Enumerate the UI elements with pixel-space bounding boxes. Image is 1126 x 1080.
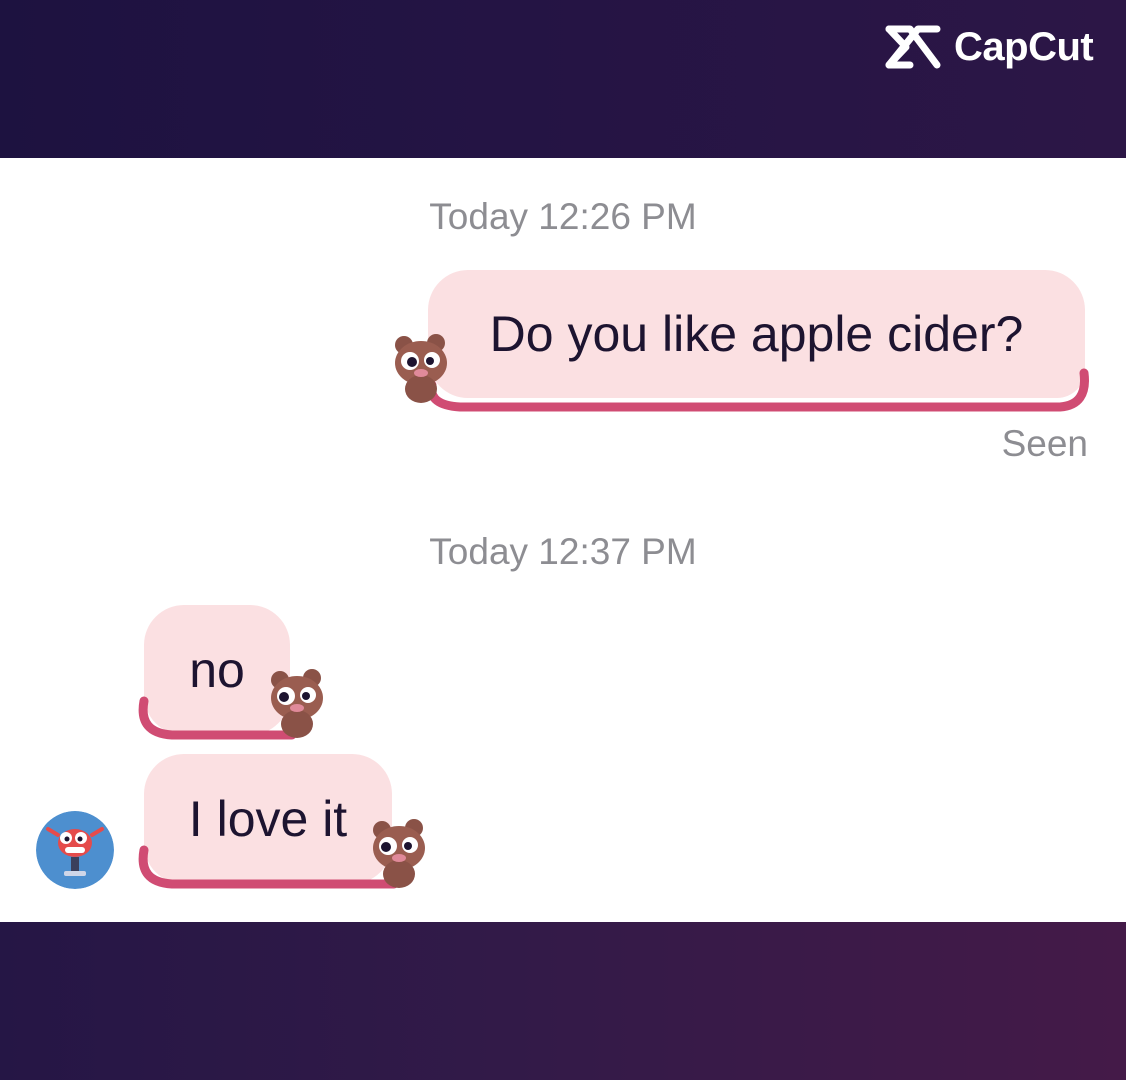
bottom-band — [0, 922, 1126, 1080]
incoming-message-bubble[interactable]: I love it — [144, 754, 392, 884]
message-text: I love it — [188, 791, 348, 847]
seen-status: Seen — [1001, 423, 1088, 464]
timestamp: Today 12:37 PM — [429, 531, 697, 572]
capcut-label: CapCut — [954, 25, 1094, 69]
bear-sticker-icon — [373, 819, 425, 888]
timestamp: Today 12:26 PM — [429, 196, 697, 237]
bear-sticker-icon — [395, 334, 447, 403]
outgoing-message-bubble[interactable]: Do you like apple cider? — [428, 270, 1085, 398]
message-text: no — [189, 642, 245, 698]
message-text: Do you like apple cider? — [489, 306, 1024, 362]
capcut-logo-icon — [885, 25, 941, 69]
bear-sticker-icon — [271, 669, 323, 738]
cartoon-avatar-icon[interactable] — [36, 811, 114, 889]
capcut-watermark: CapCut — [884, 22, 1124, 72]
chat-thread[interactable]: Today 12:26 PM Do you like apple cider? … — [0, 158, 1126, 922]
